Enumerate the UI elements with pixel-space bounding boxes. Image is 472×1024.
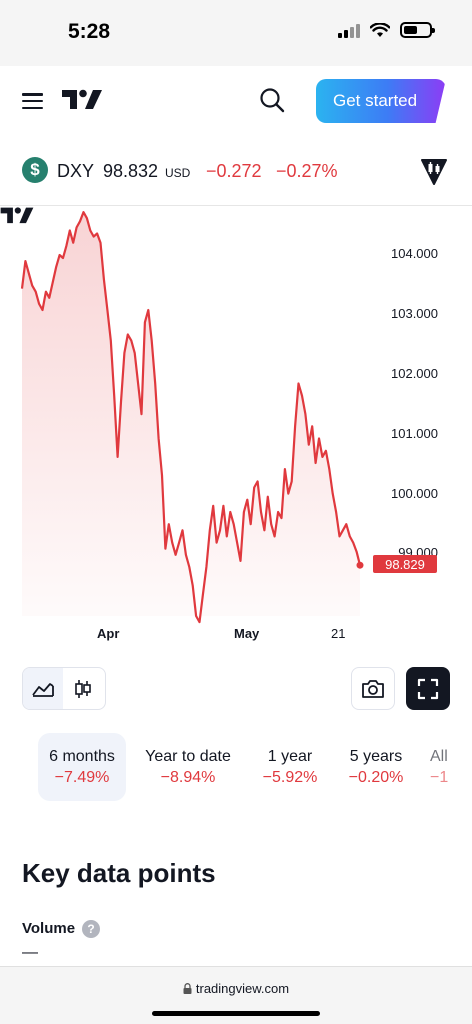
period-label: 6 months bbox=[49, 747, 115, 765]
chart-type-toggle bbox=[22, 667, 106, 710]
area-chart-button[interactable] bbox=[23, 668, 63, 709]
battery-icon bbox=[400, 22, 435, 38]
period-all[interactable]: All −1 bbox=[430, 733, 472, 801]
tradingview-logo[interactable] bbox=[62, 88, 102, 110]
period-6-months[interactable]: 6 months −7.49% bbox=[38, 733, 126, 801]
ticker-symbol: DXY bbox=[57, 161, 95, 181]
url-label: tradingview.com bbox=[195, 981, 290, 996]
candlestick-icon bbox=[75, 679, 91, 698]
period-5-years[interactable]: 5 years −0.20% bbox=[338, 733, 414, 801]
period-change: −5.92% bbox=[262, 768, 318, 786]
status-bar: 5:28 bbox=[0, 0, 472, 66]
candlestick-chart-button[interactable] bbox=[63, 668, 103, 709]
status-time: 5:28 bbox=[68, 20, 111, 43]
key-data-points-heading: Key data points bbox=[22, 858, 216, 888]
ticker-header: $ DXY 98.832 USD −0.272 −0.27% bbox=[0, 150, 472, 194]
price-alert-icon[interactable] bbox=[418, 156, 450, 186]
x-tick-label: May bbox=[234, 626, 260, 641]
help-icon[interactable]: ? bbox=[82, 920, 100, 938]
snapshot-button[interactable] bbox=[351, 667, 395, 710]
x-tick-label: 21 bbox=[331, 626, 346, 641]
camera-icon bbox=[362, 679, 384, 698]
wifi-icon bbox=[370, 22, 390, 37]
x-tick-label: Apr bbox=[97, 626, 120, 641]
price-chart[interactable]: 104.000 103.000 102.000 101.000 100.000 … bbox=[0, 206, 472, 656]
browser-address-bar[interactable]: tradingview.com bbox=[0, 966, 472, 1024]
period-label: Year to date bbox=[145, 747, 231, 765]
ticker-change-percent: −0.27% bbox=[276, 161, 338, 181]
tradingview-watermark-logo bbox=[0, 207, 34, 224]
period-change: −0.20% bbox=[348, 768, 404, 786]
period-change: −1 bbox=[430, 768, 449, 786]
home-indicator bbox=[152, 1011, 320, 1016]
period-1-year[interactable]: 1 year −5.92% bbox=[252, 733, 328, 801]
volume-value: — bbox=[22, 944, 38, 961]
chart-area-fill bbox=[22, 212, 360, 623]
get-started-button[interactable]: Get started bbox=[316, 79, 446, 123]
period-change: −8.94% bbox=[160, 768, 216, 786]
ticker-price: 98.832 bbox=[103, 161, 159, 181]
period-label: All bbox=[430, 747, 448, 765]
y-tick-label: 102.000 bbox=[391, 366, 438, 381]
status-icons bbox=[338, 22, 435, 38]
top-navigation: Get started bbox=[0, 66, 472, 136]
y-tick-label: 100.000 bbox=[391, 486, 438, 501]
fullscreen-button[interactable] bbox=[406, 667, 450, 710]
period-label: 5 years bbox=[349, 747, 403, 765]
lock-icon bbox=[183, 983, 192, 994]
signal-icon bbox=[338, 22, 360, 38]
y-tick-label: 103.000 bbox=[391, 306, 438, 321]
fullscreen-icon bbox=[417, 678, 439, 699]
ticker-change: −0.272 bbox=[206, 161, 262, 181]
dollar-symbol-icon: $ bbox=[22, 157, 48, 183]
area-chart-icon bbox=[32, 682, 54, 697]
y-tick-label: 101.000 bbox=[391, 426, 438, 441]
url-text: tradingview.com bbox=[0, 981, 472, 996]
period-label: 1 year bbox=[267, 747, 313, 765]
search-icon[interactable] bbox=[258, 86, 286, 114]
y-tick-label: 104.000 bbox=[391, 246, 438, 261]
period-change: −7.49% bbox=[54, 768, 110, 786]
menu-icon[interactable] bbox=[22, 93, 43, 109]
volume-label: Volume bbox=[22, 920, 76, 937]
period-selector: 6 months −7.49% Year to date −8.94% 1 ye… bbox=[0, 733, 472, 801]
period-year-to-date[interactable]: Year to date −8.94% bbox=[136, 733, 240, 801]
last-price-badge: 98.829 bbox=[373, 555, 437, 573]
ticker-currency: USD bbox=[165, 166, 191, 180]
chart-last-point bbox=[356, 561, 364, 569]
